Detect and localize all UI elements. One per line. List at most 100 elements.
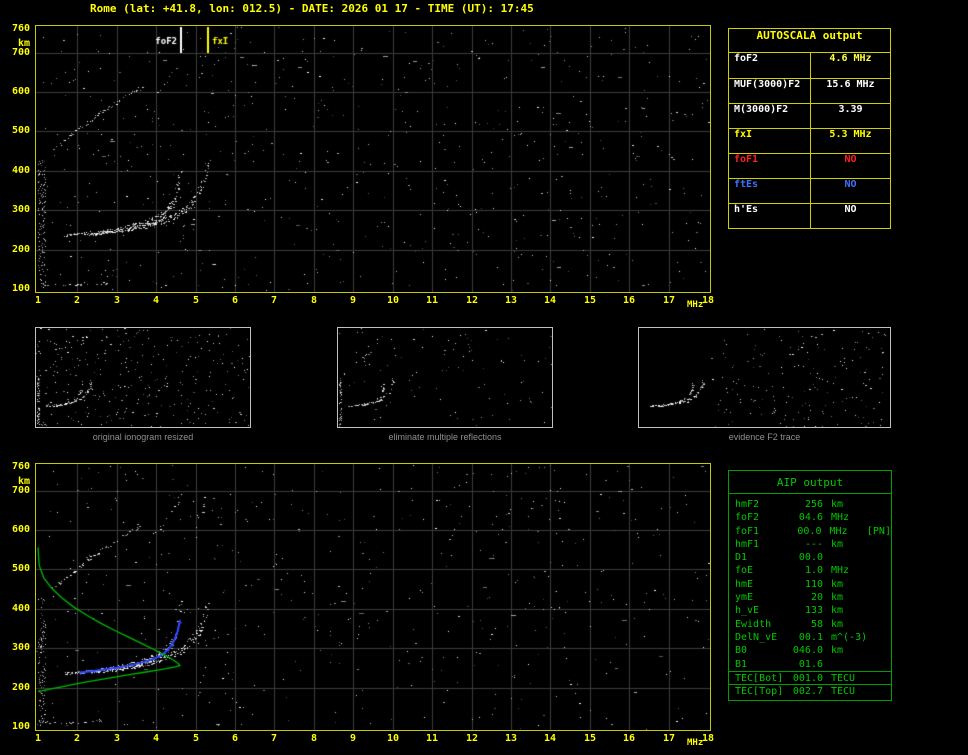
- y-axis-tick: 600: [11, 86, 30, 97]
- parameter-name: h_vE: [735, 605, 760, 617]
- aip-row-hmE: hmE 110 km: [729, 578, 891, 591]
- parameter-value: 133: [804, 605, 823, 617]
- parameter-unit: km: [831, 592, 844, 604]
- autoscala-row-MUF(3000)F2: MUF(3000)F2 15.6 MHz: [729, 78, 890, 103]
- parameter-value: 20: [810, 592, 823, 604]
- aip-row-B1: B1 01.6: [729, 658, 891, 671]
- parameter-value: ---: [804, 538, 823, 550]
- parameter-name: Ewidth: [735, 618, 772, 630]
- autoscala-row-M(3000)F2: M(3000)F2 3.39: [729, 103, 890, 128]
- ionogram-plot: [35, 25, 711, 293]
- y-axis-tick: 100: [11, 721, 30, 732]
- x-axis-tick: 6: [231, 733, 239, 744]
- parameter-name: ymE: [735, 592, 754, 604]
- aip-row-D1: D1 00.0: [729, 551, 891, 564]
- aip-row-foE: foE 1.0 MHz: [729, 564, 891, 577]
- parameter-unit: km: [831, 605, 844, 617]
- parameter-value: 15.6 MHz: [826, 79, 875, 90]
- x-axis-tick: 7: [270, 295, 278, 306]
- autoscala-output-table: AUTOSCALA output foF2 4.6 MHz MUF(3000)F2 1…: [728, 28, 891, 229]
- ionogram_with_profile-canvas: [36, 464, 710, 730]
- aip-output-table: AIP output hmF2 256 km foF2 04.6 MHz foF1 00.0 M…: [728, 470, 892, 702]
- thumb_no_multiples-canvas: [338, 328, 552, 427]
- x-axis-tick: 8: [310, 295, 318, 306]
- x-axis-tick: 4: [152, 733, 160, 744]
- parameter-name: foF2: [729, 53, 811, 78]
- y-axis-tick: 600: [11, 524, 30, 535]
- parameter-value: 00.1: [798, 631, 823, 643]
- x-axis-tick: 5: [192, 295, 200, 306]
- x-axis-tick: 13: [504, 295, 518, 306]
- parameter-name: foF1: [735, 525, 760, 537]
- ionogram-canvas: [36, 26, 710, 292]
- parameter-unit: TECU: [831, 672, 856, 684]
- parameter-value: 256: [804, 499, 823, 510]
- parameter-name: hmE: [735, 578, 754, 590]
- parameter-name: foF1: [729, 154, 811, 178]
- y-axis-tick: 760: [11, 461, 30, 472]
- x-axis-tick: 7: [270, 733, 278, 744]
- profile-plot: [35, 463, 711, 731]
- parameter-value: NO: [844, 179, 857, 190]
- x-axis-tick: 10: [386, 733, 400, 744]
- aip-row-DelN_vE: DelN_vE 00.1 m^(-3): [729, 631, 891, 644]
- x-axis-tick: 14: [543, 733, 557, 744]
- autoscala-table-header: AUTOSCALA output: [729, 29, 890, 53]
- x-axis-tick: 2: [73, 733, 81, 744]
- thumbnail-original-ionogram: [35, 327, 251, 428]
- parameter-flag: [PN]: [866, 525, 891, 537]
- parameter-value: 4.6 MHz: [829, 53, 872, 64]
- y-axis-tick: 500: [11, 125, 30, 136]
- aip-row-TEC[Bot]: TEC[Bot] 001.0 TECU: [729, 670, 891, 684]
- y-axis-tick: 400: [11, 603, 30, 614]
- parameter-value: 58: [810, 618, 823, 630]
- parameter-name: TEC[Top]: [735, 686, 784, 698]
- aip-row-Ewidth: Ewidth 58 km: [729, 618, 891, 631]
- x-axis-tick: 9: [349, 295, 357, 306]
- parameter-unit: MHz: [831, 565, 850, 577]
- x-axis-tick: 3: [113, 733, 121, 744]
- parameter-unit: [831, 551, 867, 564]
- x-axis-tick: 4: [152, 295, 160, 306]
- parameter-value: 04.6: [798, 512, 823, 524]
- autoscala-window: Rome (lat: +41.8, lon: 012.5) - DATE: 20…: [0, 0, 968, 755]
- x-axis-tick: 12: [465, 733, 479, 744]
- thumbnail-caption-f2-trace: evidence F2 trace: [728, 432, 801, 442]
- y-axis-tick: 400: [11, 165, 30, 176]
- parameter-value: 5.3 MHz: [829, 129, 872, 140]
- aip-row-ymE: ymE 20 km: [729, 591, 891, 604]
- parameter-value: 110: [804, 578, 823, 590]
- parameter-name: foE: [735, 565, 754, 577]
- parameter-unit: m^(-3): [831, 631, 868, 643]
- x-axis-tick: 5: [192, 733, 200, 744]
- x-axis-tick: 2: [73, 295, 81, 306]
- y-axis-tick: 500: [11, 563, 30, 574]
- parameter-value: 046.0: [792, 645, 823, 657]
- thumbnail-caption-multiples: eliminate multiple reflections: [388, 432, 502, 442]
- x-axis-tick: 16: [622, 733, 636, 744]
- aip-row-hmF2: hmF2 256 km: [729, 498, 891, 511]
- y-axis-tick: 760: [11, 23, 30, 34]
- aip-table-header: AIP output: [729, 471, 891, 494]
- x-axis-tick: 6: [231, 295, 239, 306]
- y-axis-unit-label: km: [17, 476, 30, 487]
- x-axis-tick: 14: [543, 295, 557, 306]
- parameter-name: B1: [735, 658, 748, 670]
- y-axis-tick: 200: [11, 682, 30, 693]
- x-axis-tick: 17: [662, 295, 676, 306]
- aip-row-foF1: foF1 00.0 MHz [PN]: [729, 525, 891, 538]
- parameter-unit: [831, 658, 867, 671]
- parameter-unit: MHz: [831, 512, 850, 524]
- x-axis-tick: 11: [425, 733, 439, 744]
- parameter-name: DelN_vE: [735, 631, 778, 643]
- y-axis-tick: 300: [11, 204, 30, 215]
- parameter-name: D1: [735, 552, 748, 564]
- x-axis-tick: 16: [622, 295, 636, 306]
- thumbnail-eliminate-multiples: [337, 327, 553, 428]
- parameter-unit: km: [831, 578, 844, 590]
- parameter-value: 01.6: [798, 658, 823, 670]
- parameter-value: 002.7: [792, 686, 823, 698]
- autoscala-row-foF2: foF2 4.6 MHz: [729, 53, 890, 78]
- parameter-name: MUF(3000)F2: [729, 79, 811, 103]
- thumb_f2_trace-canvas: [639, 328, 890, 427]
